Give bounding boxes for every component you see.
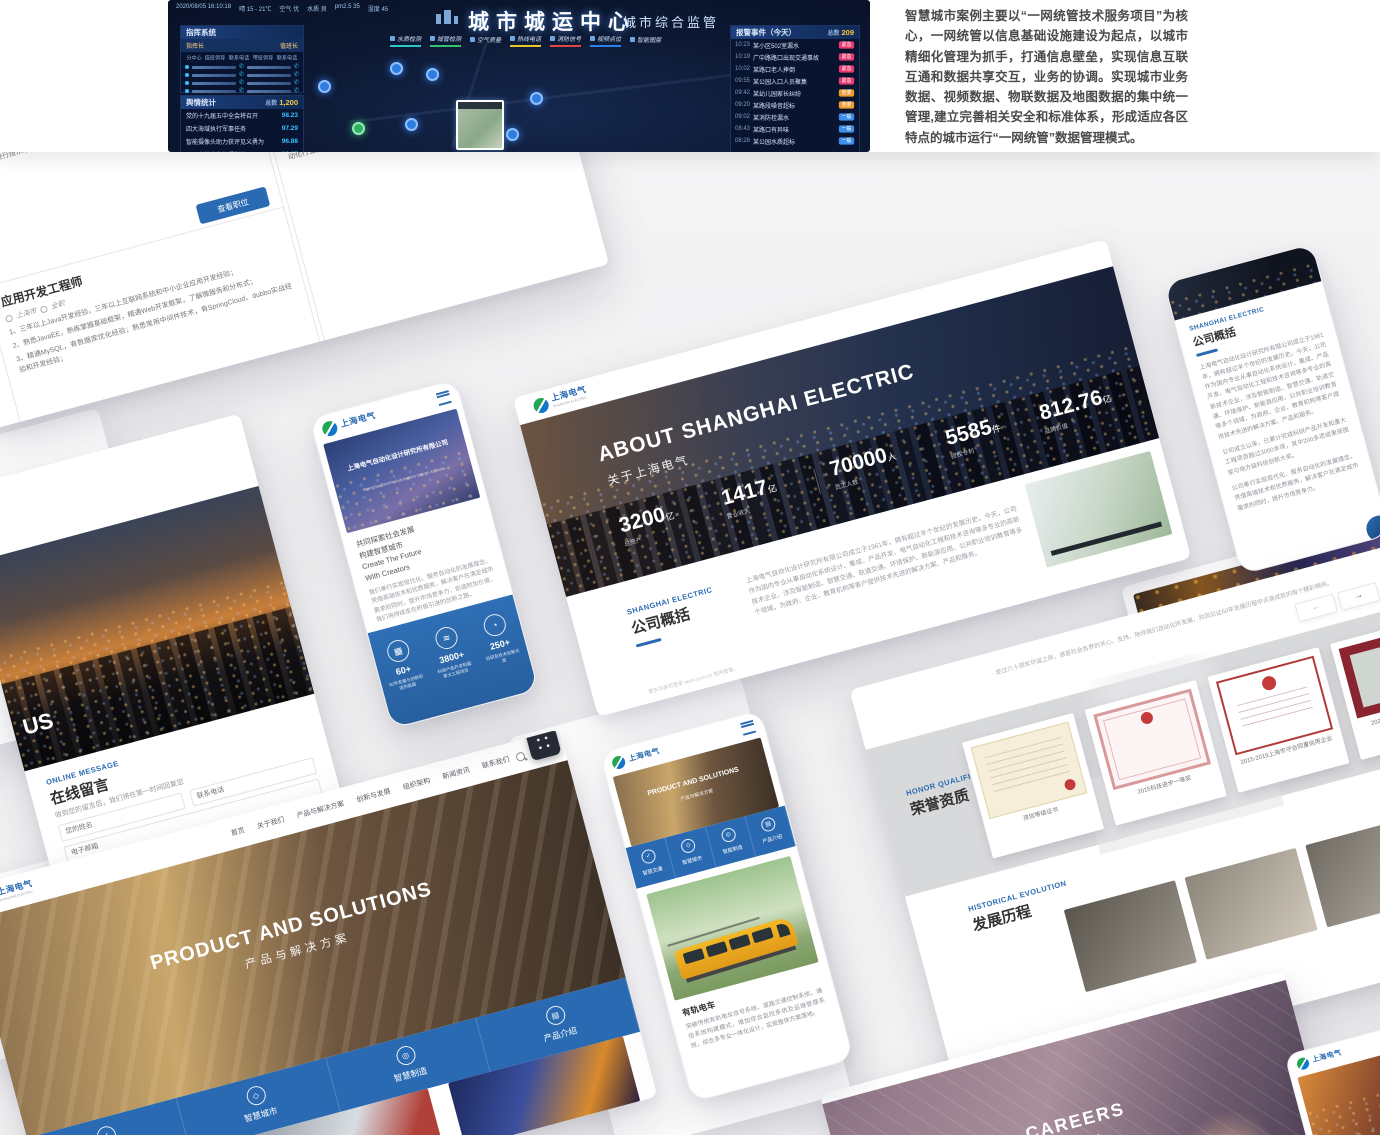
- mockup-mobile-home: 上海电气 上海电气自动化设计研究所有限公司 Shanghai Electric …: [309, 379, 539, 729]
- hamburger-menu-icon[interactable]: [740, 719, 756, 735]
- history-photo: [1185, 848, 1318, 960]
- canopy-photo: [1025, 451, 1173, 568]
- map-camera-marker[interactable]: [506, 128, 519, 141]
- level-badge: 一般: [839, 137, 854, 144]
- job-city: 上海市: [15, 306, 38, 321]
- alarm-row: 10:02某路口老人摔倒紧急: [731, 63, 859, 75]
- opinion-row: 四大海域执行军事任务97.29: [181, 122, 303, 135]
- nav-item-about[interactable]: 关于我们: [256, 815, 286, 832]
- dashboard-title: 城市城运中心: [468, 6, 636, 36]
- title-underline: [636, 638, 662, 648]
- brand-name: 上海电气: [340, 411, 377, 429]
- video-inset-preview[interactable]: [456, 100, 504, 150]
- public-opinion-panel: 舆情统计 总数1,200 党的十九届五中全会将召开98.23 四大海域执行军事任…: [180, 95, 304, 152]
- history-photo: [1064, 880, 1197, 992]
- map-camera-marker[interactable]: [405, 118, 418, 131]
- carousel-prev-button[interactable]: ←: [1294, 594, 1338, 623]
- legend-layers[interactable]: 智能图层: [630, 34, 661, 47]
- clock-icon: [39, 305, 48, 314]
- map-camera-marker[interactable]: [530, 92, 543, 105]
- layers-icon: ≋: [433, 625, 460, 652]
- legend-hotline[interactable]: 热线电话: [510, 34, 541, 47]
- alarm-row: 08:43某路口有异味一般: [731, 123, 859, 135]
- legend-fire[interactable]: 消防信号: [550, 34, 581, 47]
- map-sensor-marker[interactable]: [352, 122, 365, 135]
- document-icon: ▦: [385, 638, 412, 665]
- level-badge: 重要: [839, 101, 854, 108]
- level-badge: 紧急: [839, 41, 854, 48]
- map-camera-marker[interactable]: [426, 68, 439, 81]
- search-icon[interactable]: [515, 751, 526, 762]
- city-lights: [1307, 1074, 1380, 1135]
- honor-band: HONOR QUALIFICATION 荣誉资质 资信等级证书 2015科技进步…: [866, 584, 1380, 896]
- title-underline: [1196, 348, 1218, 356]
- brand-name: 上海电气: [628, 747, 661, 763]
- top-band: 2020/08/05 16:10:18 晴 15 - 21℃ 空气 优 水质 良…: [0, 0, 1380, 152]
- nav-item-products[interactable]: 产品与解决方案: [296, 799, 346, 821]
- map-road: [349, 69, 766, 123]
- alarm-row: 10:19广中路路口出现交通事故紧急: [731, 51, 859, 63]
- alarm-row: 10:23某小区502室漏水紧急: [731, 39, 859, 51]
- smart-city-dashboard: 2020/08/05 16:10:18 晴 15 - 21℃ 空气 优 水质 良…: [168, 0, 870, 152]
- command-system-panel: 指挥系统 指挥长 值班长 分中心 值班领导 联系电话 带班领导 联系电话 ✆✆ …: [180, 25, 304, 93]
- level-badge: 紧急: [839, 77, 854, 84]
- diamond-icon: ◇: [244, 1084, 267, 1107]
- alarm-row: 09:55某公园入口人员聚集紧急: [731, 75, 859, 87]
- shield-icon: ✓: [94, 1124, 117, 1135]
- alarm-row: 09:42某幼儿园家长纠纷重要: [731, 87, 859, 99]
- legend-air[interactable]: 空气质量: [470, 34, 501, 47]
- badge-icon: ▤: [760, 816, 777, 833]
- brand-name: 上海电气: [1312, 1050, 1343, 1065]
- logo-mark-icon: [611, 754, 627, 770]
- dashboard-legend: 水质检测 城管检测 空气质量 热线电话 消防信号 视频点位 智能图层: [390, 34, 661, 47]
- diamond-icon: ◇: [680, 837, 697, 854]
- level-badge: 一般: [839, 113, 854, 120]
- title-deco-buildings: [436, 10, 458, 24]
- level-badge: 紧急: [839, 65, 854, 72]
- level-badge: 重要: [839, 89, 854, 96]
- alarm-events-panel: 报警事件（今天） 总数209 10:23某小区502室漏水紧急 10:19广中路…: [730, 25, 860, 152]
- opinion-row: 智能摄像头助力获评见义勇为96.88: [181, 135, 303, 148]
- location-pin-icon: [5, 314, 14, 323]
- nav-item-innovation[interactable]: 创新与发展: [355, 786, 391, 805]
- alarm-row: 08:28某公园水质超标一般: [731, 135, 859, 147]
- certificate-image: [1339, 623, 1380, 719]
- carousel-next-button[interactable]: →: [1337, 582, 1380, 611]
- case-description: 智慧城市案例主要以“一网统管技术服务项目”为核心，一网统管以信息基础设施建设为起…: [905, 6, 1188, 148]
- alarm-row: 09:20某路段噪音超标重要: [731, 99, 859, 111]
- opinion-row: 公司中秋节发放福利给员工92.67: [181, 148, 303, 152]
- legend-video[interactable]: 视频点位: [590, 34, 621, 47]
- job-type: 全职: [50, 298, 66, 311]
- logo-mark-icon: [532, 396, 550, 414]
- pie-chart-icon: ◔: [481, 612, 508, 639]
- opinion-row: 党的十九届五中全会将召开98.23: [181, 109, 303, 122]
- page-canvas: 3、熟悉各类用户侧特点，掌握相关技术要求； 4、对客户进行技术培训及技术支持； …: [0, 0, 1380, 1135]
- mockup-mobile-company: SHANGHAI ELECTRIC 公司概括 上海电气自动化设计研究所有限公司成…: [1164, 243, 1380, 575]
- nav-item-organization[interactable]: 组织架构: [402, 776, 432, 793]
- nav-item-news[interactable]: 新闻资讯: [441, 765, 471, 782]
- nav-item-home[interactable]: 首页: [230, 825, 246, 838]
- level-badge: 一般: [839, 125, 854, 132]
- history-photo: [1305, 816, 1380, 928]
- hamburger-menu-icon[interactable]: [436, 390, 452, 406]
- level-badge: 紧急: [839, 53, 854, 60]
- badge-icon: ▤: [544, 1004, 567, 1027]
- nav-item-contact[interactable]: 联系我们: [481, 754, 511, 771]
- legend-water[interactable]: 水质检测: [390, 34, 421, 47]
- gear-icon: ◎: [394, 1044, 417, 1067]
- dashboard-status-bar: 2020/08/05 16:10:18 晴 15 - 21℃ 空气 优 水质 良…: [176, 4, 388, 13]
- shield-icon: ✓: [640, 848, 657, 865]
- tram-illustration: [673, 916, 798, 980]
- logo-mark-icon: [1296, 1056, 1311, 1071]
- logo-mark-icon: [321, 419, 339, 437]
- map-camera-marker[interactable]: [318, 80, 331, 93]
- legend-city-mgmt[interactable]: 城管检测: [430, 34, 461, 47]
- alarm-row: 09:02某消防栓漏水一般: [731, 111, 859, 123]
- gear-icon: ◎: [720, 827, 737, 844]
- dashboard-subtitle: 城市综合监管: [623, 12, 719, 31]
- map-camera-marker[interactable]: [390, 62, 403, 75]
